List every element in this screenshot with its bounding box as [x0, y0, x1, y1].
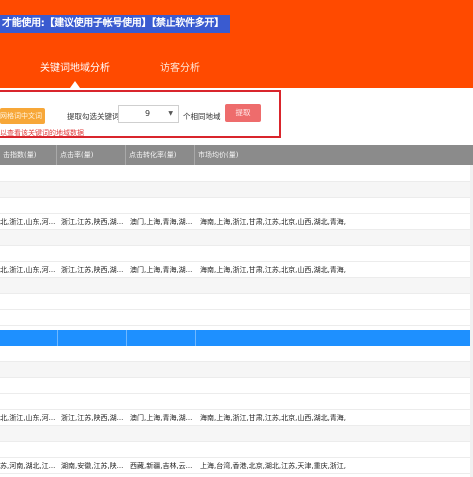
table-row[interactable]: [0, 310, 473, 326]
table-row[interactable]: [0, 442, 473, 458]
chevron-down-icon: ▼: [168, 110, 173, 117]
table-cell: 澳门,上海,青海,湖...: [130, 414, 193, 422]
table-row[interactable]: [0, 278, 473, 294]
table-row[interactable]: [0, 394, 473, 410]
table-cell: 北,浙江,山东,河...: [0, 414, 56, 422]
region-count-value: 9: [145, 109, 151, 118]
region-count-select[interactable]: 9 ▼: [118, 105, 179, 123]
keyword-chip-button[interactable]: 网格词中文词: [0, 108, 45, 124]
table-cell: 北,浙江,山东,河...: [0, 218, 56, 226]
table-row[interactable]: [0, 230, 473, 246]
table-cell: 苏,河南,湖北,江...: [0, 462, 56, 470]
table-cell: 湖南,安徽,江苏,陕...: [61, 462, 124, 470]
active-tab-caret-icon: [70, 81, 80, 88]
column-header-click-rate[interactable]: 点击率(量): [57, 145, 126, 165]
table-row[interactable]: [0, 378, 473, 394]
region-filter-panel: 网格词中文词 提取勾选关键词前 9 ▼ 个相同地域 提取 以查看该关键词的地域数…: [0, 90, 281, 138]
table-header: 击指数(量) 点击率(量) 点击转化率(量) 市场均价(量): [0, 145, 473, 165]
table-row[interactable]: [0, 198, 473, 214]
extract-submit-button[interactable]: 提取: [225, 104, 261, 122]
table-cell: 浙江,江苏,陕西,湖...: [61, 414, 124, 422]
usage-notice: 才能使用:【建议使用子帐号使用】【禁止软件多开】: [0, 15, 230, 33]
filter-hint: 以查看该关键词的地域数据: [0, 129, 84, 137]
table-cell: 海南,上海,浙江,甘肃,江苏,北京,山西,湖北,青海,: [200, 266, 347, 274]
same-region-label: 个相同地域: [183, 112, 221, 121]
row-divider: [195, 330, 196, 346]
table-row[interactable]: [0, 182, 473, 198]
table-row[interactable]: [0, 294, 473, 310]
table-cell: 澳门,上海,青海,湖...: [130, 218, 193, 226]
table-cell: 西藏,新疆,吉林,云...: [130, 462, 193, 470]
tab-keyword-region-analysis[interactable]: 关键词地域分析: [40, 62, 110, 76]
row-divider: [57, 330, 58, 346]
table-row[interactable]: [0, 246, 473, 262]
table-row[interactable]: [0, 362, 473, 378]
row-divider: [126, 330, 127, 346]
table-cell: 浙江,江苏,陕西,湖...: [61, 266, 124, 274]
table-cell: 海南,上海,浙江,甘肃,江苏,北京,山西,湖北,青海,: [200, 218, 347, 226]
column-header-conversion-rate[interactable]: 点击转化率(量): [126, 145, 195, 165]
column-header-market-price[interactable]: 市场均价(量): [195, 145, 473, 165]
top-header-bar: 才能使用:【建议使用子帐号使用】【禁止软件多开】 关键词地域分析 访客分析: [0, 0, 473, 88]
table-row[interactable]: [0, 426, 473, 442]
table-cell: 上海,台湾,香港,北京,湖北,江苏,天津,重庆,浙江,: [200, 462, 347, 470]
table-cell: 北,浙江,山东,河...: [0, 266, 56, 274]
tab-visitor-analysis[interactable]: 访客分析: [160, 62, 200, 76]
table-row-selected[interactable]: [0, 330, 473, 346]
column-header-index[interactable]: 击指数(量): [0, 145, 57, 165]
table-row[interactable]: [0, 346, 473, 362]
table-row[interactable]: [0, 166, 473, 182]
table-cell: 澳门,上海,青海,湖...: [130, 266, 193, 274]
table-cell: 海南,上海,浙江,甘肃,江苏,北京,山西,湖北,青海,: [200, 414, 347, 422]
table-cell: 浙江,江苏,陕西,湖...: [61, 218, 124, 226]
